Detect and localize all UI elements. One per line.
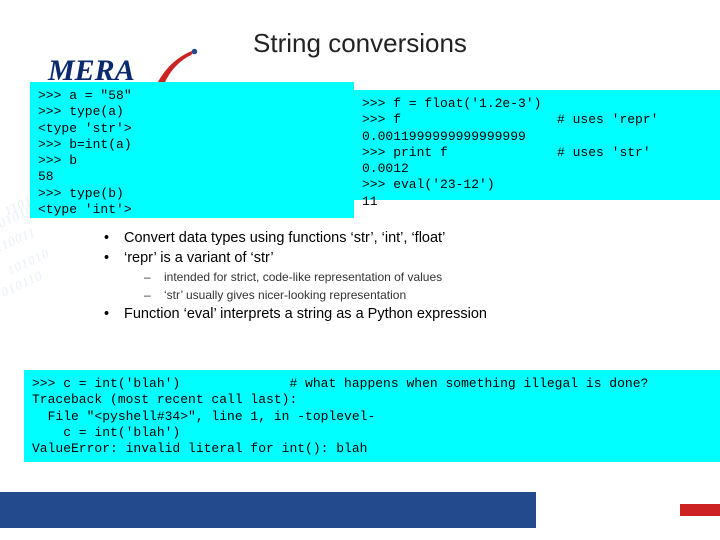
code-block-error: >>> c = int('blah') # what happens when … xyxy=(24,370,720,462)
sub-bullet: intended for strict, code-like represent… xyxy=(164,270,684,284)
bullet-item: ‘repr’ is a variant of ‘str’ intended fo… xyxy=(124,250,684,302)
footer-bar xyxy=(0,492,536,528)
bg-binary: 110011 xyxy=(0,224,38,257)
footer-accent xyxy=(680,504,720,516)
sub-bullet: ‘str’ usually gives nicer-looking repres… xyxy=(164,288,684,302)
bullet-item: Convert data types using functions ‘str’… xyxy=(124,230,684,246)
code-block-str-int: >>> a = "58" >>> type(a) <type 'str'> >>… xyxy=(30,82,354,218)
bullets: Convert data types using functions ‘str’… xyxy=(84,226,684,326)
bullet-item: Function ‘eval’ interprets a string as a… xyxy=(124,306,684,322)
slide-title: String conversions xyxy=(0,28,720,59)
code-block-float-eval: >>> f = float('1.2e-3') >>> f # uses 're… xyxy=(354,90,720,200)
bg-binary: 010110 xyxy=(0,267,45,300)
bg-binary: 101010 xyxy=(5,245,53,279)
